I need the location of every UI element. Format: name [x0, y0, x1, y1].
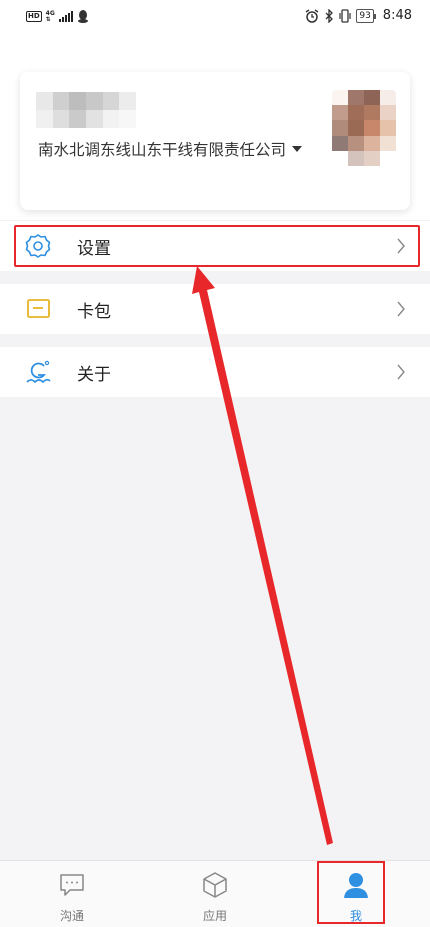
- nav-label-me: 我: [349, 909, 362, 923]
- network-activity: ⇅: [45, 15, 51, 23]
- about-icon: [26, 360, 51, 384]
- hd-indicator: HD: [26, 11, 42, 22]
- chevron-right-icon: [397, 301, 405, 317]
- chevron-right-icon: [397, 238, 405, 254]
- caret-down-icon: [292, 146, 303, 152]
- menu-item-about[interactable]: 关于: [0, 347, 430, 397]
- clock: 8:48: [382, 8, 412, 23]
- status-bar: HD 4G ⇅ 93 8:48: [0, 0, 430, 36]
- menu-label-settings: 设置: [77, 238, 111, 259]
- menu-item-card-wallet[interactable]: 卡包: [0, 284, 430, 334]
- card-wallet-icon: [27, 299, 50, 318]
- alarm-icon: [305, 8, 319, 23]
- cube-icon: [203, 872, 227, 898]
- chat-icon: [60, 874, 84, 896]
- nav-label-apps: 应用: [202, 909, 227, 923]
- status-right: 93 8:48: [305, 8, 412, 23]
- person-icon: [344, 873, 368, 898]
- bluetooth-icon: [325, 8, 334, 23]
- menu-label-about: 关于: [77, 364, 111, 385]
- nav-tab-communicate[interactable]: 沟通: [22, 861, 122, 927]
- nav-label-communicate: 沟通: [59, 909, 84, 923]
- chevron-right-icon: [397, 364, 405, 380]
- vibrate-icon: [339, 8, 351, 23]
- signal-icon: [58, 11, 73, 22]
- company-name: 南水北调东线山东干线有限责任公司: [38, 141, 287, 159]
- status-left: HD 4G ⇅: [26, 10, 89, 23]
- battery-indicator: 93: [356, 8, 377, 23]
- network-indicator: 4G ⇅: [45, 10, 55, 23]
- nav-tab-me[interactable]: 我: [306, 861, 406, 927]
- nav-tab-apps[interactable]: 应用: [165, 861, 265, 927]
- bottom-nav: 沟通 应用 我: [0, 860, 430, 927]
- profile-card[interactable]: 南水北调东线山东干线有限责任公司: [20, 72, 410, 210]
- gear-icon: [25, 234, 51, 258]
- menu-item-settings[interactable]: 设置: [0, 221, 430, 271]
- user-name-blurred: [36, 92, 136, 128]
- avatar[interactable]: [332, 90, 396, 166]
- company-selector[interactable]: 南水北调东线山东干线有限责任公司: [38, 138, 303, 160]
- menu-label-card-wallet: 卡包: [77, 301, 111, 322]
- qq-icon: [77, 10, 88, 23]
